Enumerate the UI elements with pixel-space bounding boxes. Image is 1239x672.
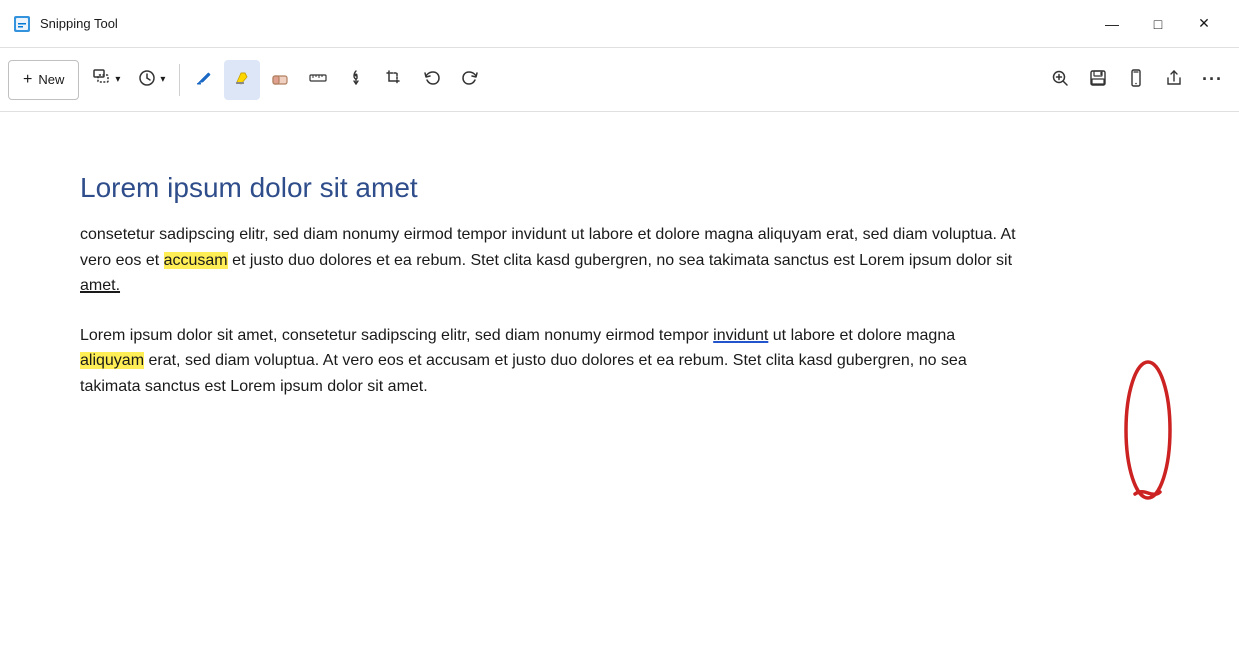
touch-icon: [346, 68, 366, 91]
paragraph-1: consetetur sadipscing elitr, sed diam no…: [80, 222, 1020, 299]
selection-icon: [93, 69, 111, 90]
para2-highlighted: aliquyam: [80, 352, 144, 369]
separator-1: [179, 64, 180, 96]
share-icon: [1164, 68, 1184, 91]
window-controls: — □ ✕: [1089, 8, 1227, 40]
para1-text2: et justo duo dolores et ea rebum. Stet c…: [228, 252, 1012, 269]
crop-icon: [384, 68, 404, 91]
ruler-icon: [308, 68, 328, 91]
redo-icon: [460, 68, 480, 91]
more-icon: ···: [1202, 69, 1223, 90]
title-bar: Snipping Tool — □ ✕: [0, 0, 1239, 48]
phone-icon: [1126, 68, 1146, 91]
para2-underlined: invidunt: [713, 327, 768, 344]
delay-caret: ▾: [160, 74, 165, 85]
plus-icon: +: [23, 71, 32, 89]
maximize-button[interactable]: □: [1135, 8, 1181, 40]
app-icon: [12, 14, 32, 34]
app-title: Snipping Tool: [40, 16, 1089, 31]
zoom-icon: [1050, 68, 1070, 91]
share-button[interactable]: [1156, 60, 1192, 100]
crop-button[interactable]: [376, 60, 412, 100]
save-icon: [1088, 68, 1108, 91]
new-label: New: [38, 72, 64, 87]
zoom-button[interactable]: [1042, 60, 1078, 100]
para2-text1: Lorem ipsum dolor sit amet, consetetur s…: [80, 327, 713, 344]
touch-write-button[interactable]: [338, 60, 374, 100]
eraser-icon: [270, 68, 290, 91]
para1-underlined: amet.: [80, 277, 120, 294]
phone-button[interactable]: [1118, 60, 1154, 100]
minimize-button[interactable]: —: [1089, 8, 1135, 40]
more-button[interactable]: ···: [1194, 60, 1231, 100]
content-area: Lorem ipsum dolor sit amet consetetur sa…: [0, 112, 1239, 672]
redo-button[interactable]: [452, 60, 488, 100]
highlighter-icon: [232, 68, 252, 91]
document: Lorem ipsum dolor sit amet consetetur sa…: [0, 112, 1100, 484]
delay-icon: [138, 69, 156, 90]
pen-icon: [194, 68, 214, 91]
doc-title: Lorem ipsum dolor sit amet: [80, 172, 1020, 204]
para1-highlighted: accusam: [164, 252, 228, 269]
selection-mode-button[interactable]: ▾: [85, 60, 128, 100]
undo-button[interactable]: [414, 60, 450, 100]
highlighter-tool-button[interactable]: [224, 60, 260, 100]
ruler-button[interactable]: [300, 60, 336, 100]
new-button[interactable]: + New: [8, 60, 79, 100]
close-button[interactable]: ✕: [1181, 8, 1227, 40]
delay-button[interactable]: ▾: [130, 60, 173, 100]
paragraph-2: Lorem ipsum dolor sit amet, consetetur s…: [80, 323, 1020, 400]
save-button[interactable]: [1080, 60, 1116, 100]
selection-caret: ▾: [115, 74, 120, 85]
undo-icon: [422, 68, 442, 91]
para2-text3: erat, sed diam voluptua. At vero eos et …: [80, 352, 967, 395]
para2-text2: ut labore et dolore magna: [768, 327, 955, 344]
toolbar: + New ▾ ▾: [0, 48, 1239, 112]
pen-tool-button[interactable]: [186, 60, 222, 100]
eraser-button[interactable]: [262, 60, 298, 100]
